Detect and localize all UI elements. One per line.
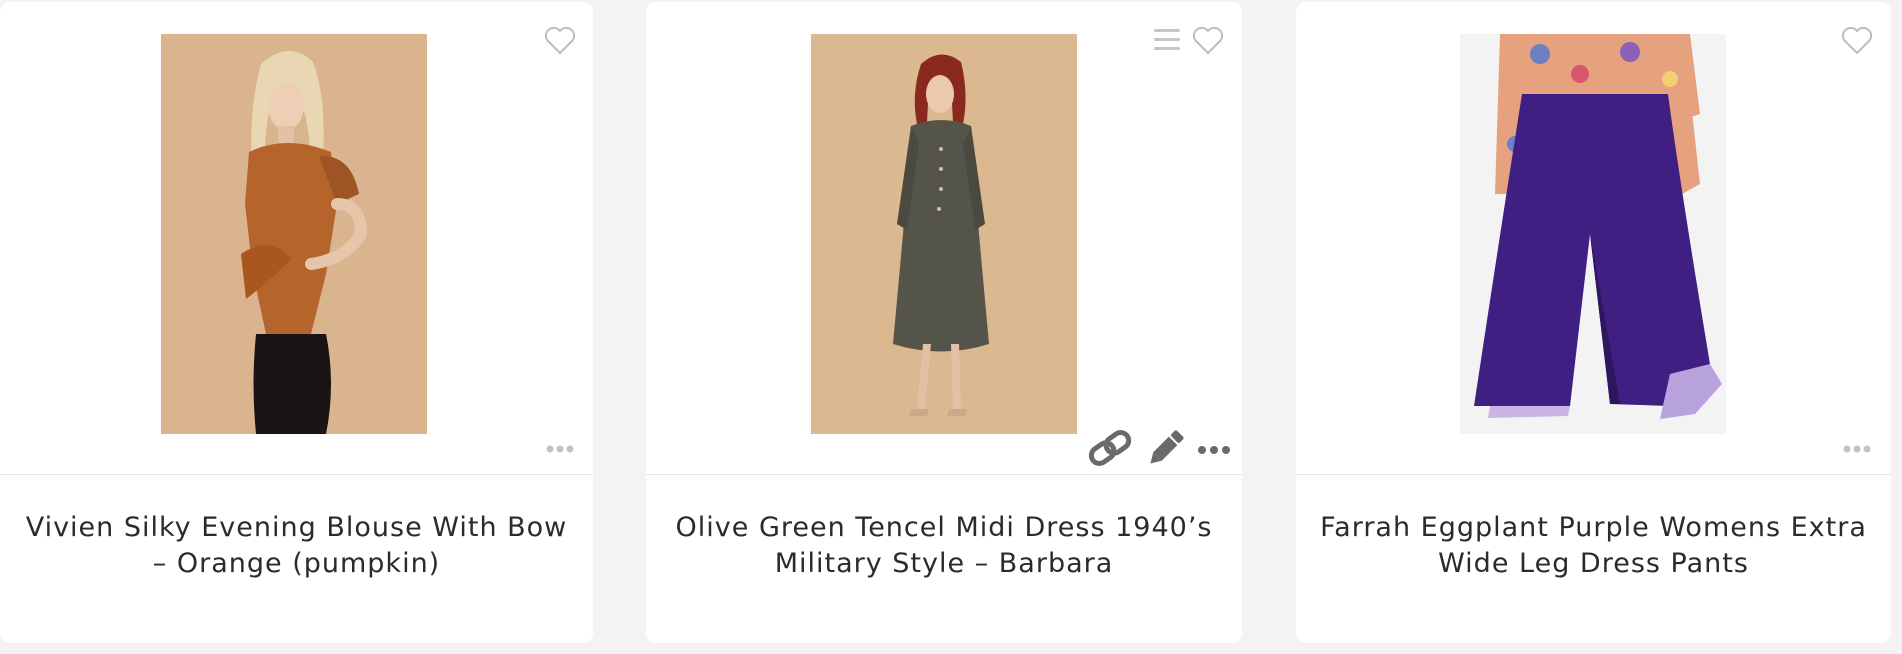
product-grid: Vivien Silky Evening Blouse With Bow – O…	[0, 0, 1902, 654]
product-title[interactable]: Olive Green Tencel Midi Dress 1940’s Mil…	[670, 510, 1218, 582]
link-icon[interactable]	[1086, 426, 1134, 470]
admin-actions	[1086, 426, 1236, 470]
product-image[interactable]	[1460, 34, 1726, 434]
product-media	[646, 2, 1242, 475]
more-options-icon[interactable]	[1840, 442, 1874, 456]
product-card: Vivien Silky Evening Blouse With Bow – O…	[0, 2, 593, 643]
wishlist-heart-icon[interactable]	[1840, 24, 1874, 56]
product-card: Olive Green Tencel Midi Dress 1940’s Mil…	[646, 2, 1242, 643]
product-media	[1296, 2, 1891, 475]
wishlist-heart-icon[interactable]	[1191, 24, 1225, 56]
more-options-icon[interactable]	[1196, 426, 1232, 470]
list-icon[interactable]	[1152, 26, 1182, 54]
pencil-icon[interactable]	[1146, 426, 1186, 470]
wishlist-heart-icon[interactable]	[543, 24, 577, 56]
product-title[interactable]: Vivien Silky Evening Blouse With Bow – O…	[24, 510, 569, 582]
more-options-icon[interactable]	[543, 442, 577, 456]
product-card: Farrah Eggplant Purple Womens Extra Wide…	[1296, 2, 1891, 643]
product-image[interactable]	[811, 34, 1077, 434]
product-media	[0, 2, 593, 475]
product-image[interactable]	[161, 34, 427, 434]
product-title[interactable]: Farrah Eggplant Purple Womens Extra Wide…	[1320, 510, 1867, 582]
